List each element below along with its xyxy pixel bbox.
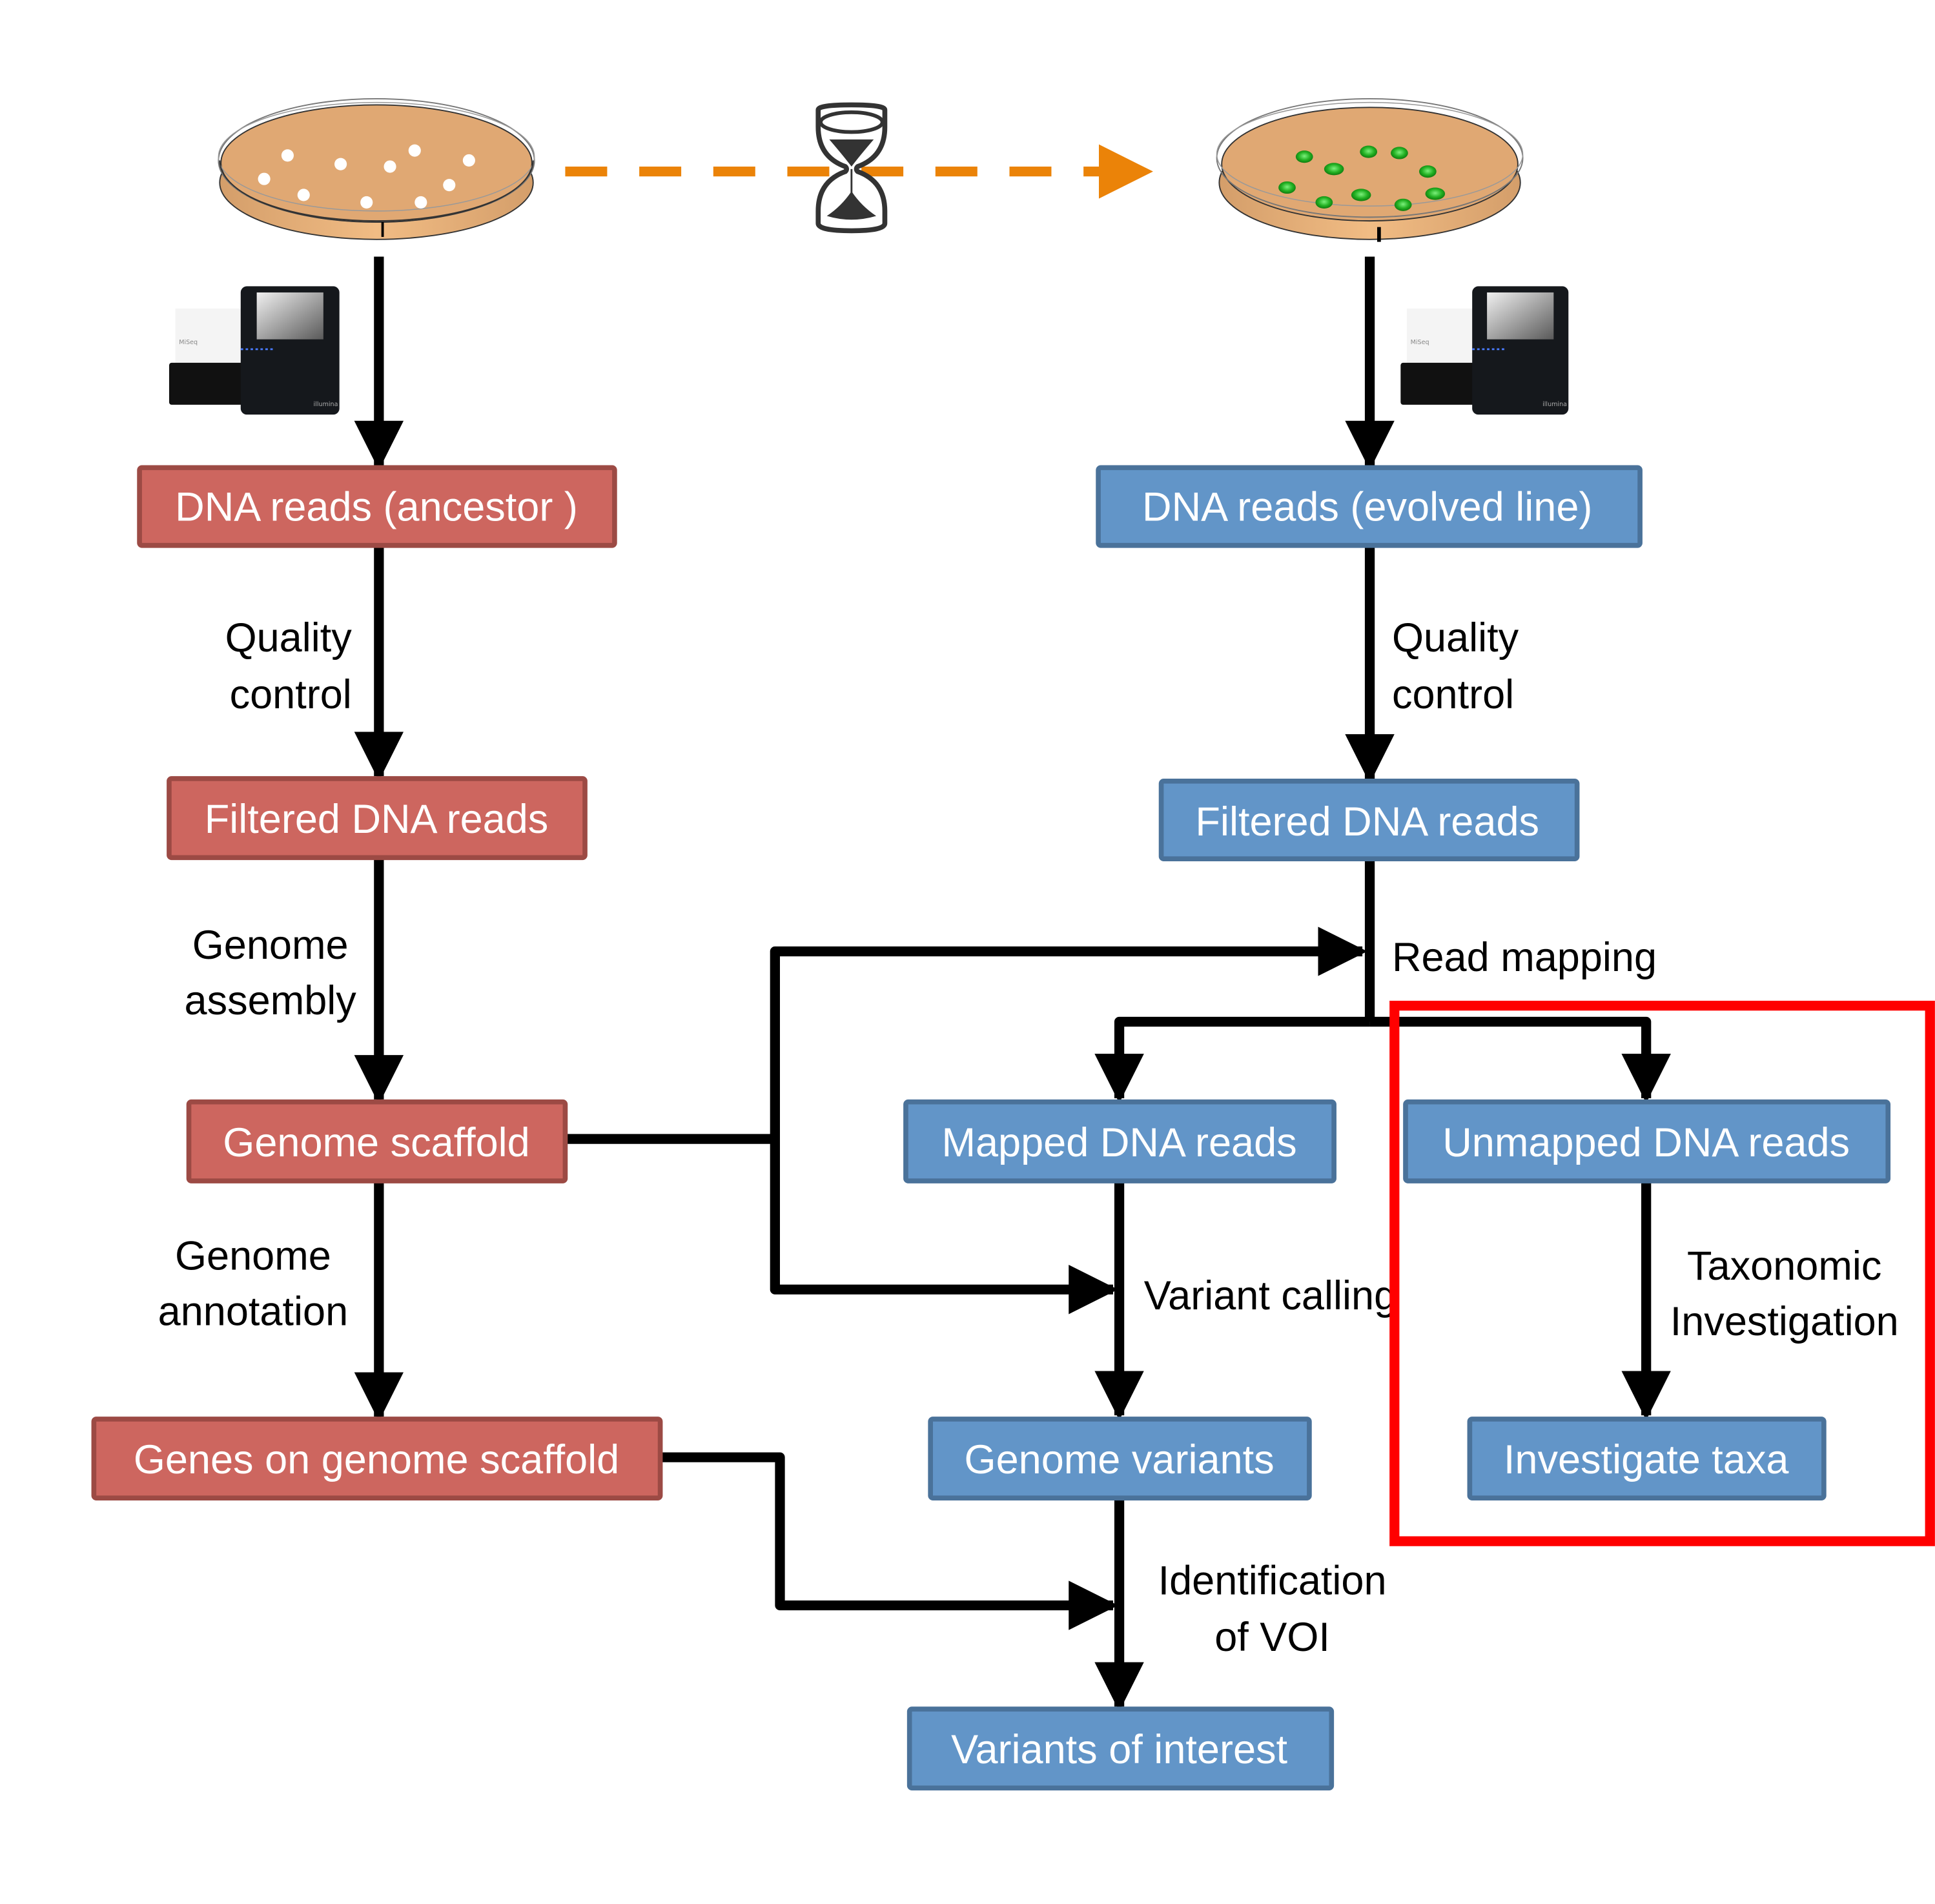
box-evolved-filtered-reads[interactable]: Filtered DNA reads: [1158, 778, 1580, 862]
box-genome-scaffold[interactable]: Genome scaffold: [186, 1099, 568, 1183]
svg-text:illumina: illumina: [314, 401, 338, 408]
svg-text:control: control: [230, 672, 352, 717]
box-label: Filtered DNA reads: [205, 797, 549, 842]
box-variants-of-interest[interactable]: Variants of interest: [906, 1706, 1335, 1791]
box-label: Genome scaffold: [223, 1120, 529, 1165]
svg-text:Quality: Quality: [1392, 615, 1519, 660]
step-label-genome-annotation: Genome annotation: [158, 1234, 349, 1335]
svg-text:Genome: Genome: [175, 1234, 331, 1279]
petri-dish-ancestor-icon: [218, 97, 535, 240]
box-label: Unmapped DNA reads: [1442, 1120, 1850, 1165]
box-genome-variants[interactable]: Genome variants: [928, 1417, 1312, 1501]
svg-text:of VOI: of VOI: [1214, 1615, 1330, 1660]
box-label: Mapped DNA reads: [941, 1120, 1296, 1165]
sequencer-ancestor-icon: MiSeq illumina: [169, 286, 340, 415]
arrow-to-mapped: [1094, 1016, 1370, 1103]
box-genes-on-scaffold[interactable]: Genes on genome scaffold: [91, 1417, 663, 1501]
svg-text:MiSeq: MiSeq: [179, 339, 198, 346]
step-label-variant-calling: Variant calling: [1144, 1273, 1397, 1318]
svg-text:Identification: Identification: [1158, 1558, 1387, 1603]
step-label-qc-evolved: Quality control: [1392, 615, 1519, 717]
step-label-qc-ancestor: Quality control: [225, 615, 353, 717]
box-ancestor-dna-reads[interactable]: DNA reads (ancestor ): [137, 465, 617, 548]
step-label-identification-voi: Identification of VOI: [1158, 1558, 1387, 1660]
svg-text:assembly: assembly: [185, 978, 357, 1023]
box-label: Filtered DNA reads: [1195, 799, 1539, 845]
svg-text:control: control: [1392, 672, 1514, 717]
box-label: Investigate taxa: [1504, 1437, 1790, 1482]
petri-dish-evolved-icon: [1216, 97, 1524, 242]
box-label: DNA reads (ancestor ): [175, 485, 578, 530]
workflow-diagram: MiSeq illumina MiSeq illumina DNA reads …: [91, 97, 1935, 1791]
svg-text:Quality: Quality: [225, 615, 353, 660]
svg-text:illumina: illumina: [1542, 401, 1567, 408]
step-label-read-mapping: Read mapping: [1392, 935, 1657, 980]
step-label-taxonomic-investigation: Taxonomic Investigation: [1670, 1244, 1899, 1344]
box-investigate-taxa[interactable]: Investigate taxa: [1467, 1417, 1827, 1501]
svg-text:MiSeq: MiSeq: [1411, 339, 1429, 346]
svg-text:Taxonomic: Taxonomic: [1687, 1244, 1881, 1289]
box-label: Variants of interest: [951, 1727, 1287, 1772]
box-ancestor-filtered-reads[interactable]: Filtered DNA reads: [167, 776, 588, 861]
box-label: Genome variants: [965, 1437, 1275, 1482]
svg-text:Investigation: Investigation: [1670, 1299, 1899, 1344]
svg-text:annotation: annotation: [158, 1289, 349, 1335]
sequencer-evolved-icon: MiSeq illumina: [1400, 286, 1569, 415]
arrow-to-unmapped: [1369, 1016, 1671, 1103]
box-mapped-reads[interactable]: Mapped DNA reads: [903, 1099, 1336, 1183]
step-label-genome-assembly: Genome assembly: [185, 923, 357, 1023]
box-unmapped-reads[interactable]: Unmapped DNA reads: [1403, 1099, 1891, 1183]
svg-text:Genome: Genome: [192, 923, 349, 968]
box-label: DNA reads (evolved line): [1142, 485, 1592, 530]
box-evolved-dna-reads[interactable]: DNA reads (evolved line): [1096, 465, 1643, 548]
box-label: Genes on genome scaffold: [134, 1437, 619, 1482]
